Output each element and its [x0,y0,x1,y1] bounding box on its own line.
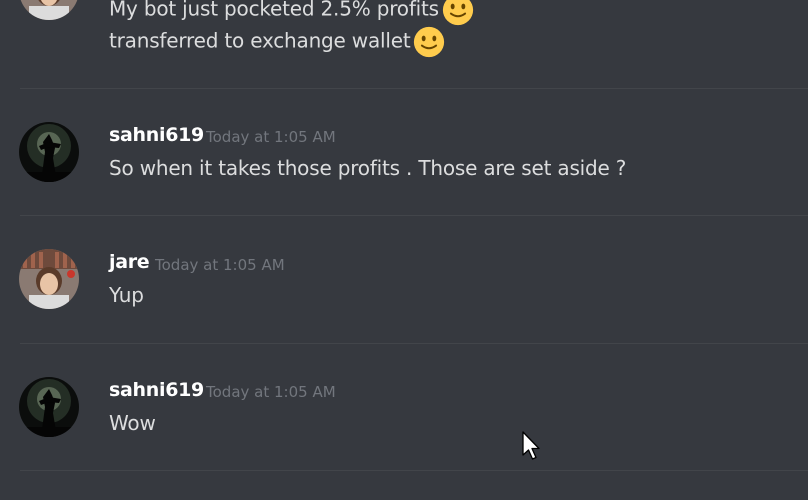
message-divider [20,215,808,216]
timestamp: Today at 1:05 AM [206,128,336,146]
message-text: My bot just pocketed 2.5% profits [109,0,439,21]
message-divider [20,88,808,89]
message-text: Wow [109,411,156,435]
timestamp: Today at 1:05 AM [155,256,285,274]
message-text: So when it takes those profits . Those a… [109,156,627,180]
message-line-2: transferred to exchange wallet [109,26,445,58]
username[interactable]: jare [109,251,150,273]
mouse-pointer-icon [522,431,540,460]
message-text: Yup [109,283,144,307]
message-divider [20,343,808,344]
avatar-image [19,377,79,437]
message-divider [20,470,808,471]
username[interactable]: sahni619 [109,379,204,401]
avatar-sahni619[interactable] [19,122,79,182]
avatar-sahni619[interactable] [19,377,79,437]
avatar-image [19,122,79,182]
avatar-jare[interactable] [19,249,79,309]
slightly-smiling-face-emoji [414,26,445,58]
timestamp: Today at 1:05 AM [206,383,336,401]
message-line-1: My bot just pocketed 2.5% profits [109,0,474,26]
avatar-jare[interactable] [19,0,79,20]
avatar-image [19,0,79,20]
slightly-smiling-face-emoji [442,0,473,26]
username[interactable]: sahni619 [109,124,204,146]
message-text: transferred to exchange wallet [109,28,411,53]
chat-message-list: My bot just pocketed 2.5% profits transf… [0,0,808,500]
avatar-image [19,249,79,309]
